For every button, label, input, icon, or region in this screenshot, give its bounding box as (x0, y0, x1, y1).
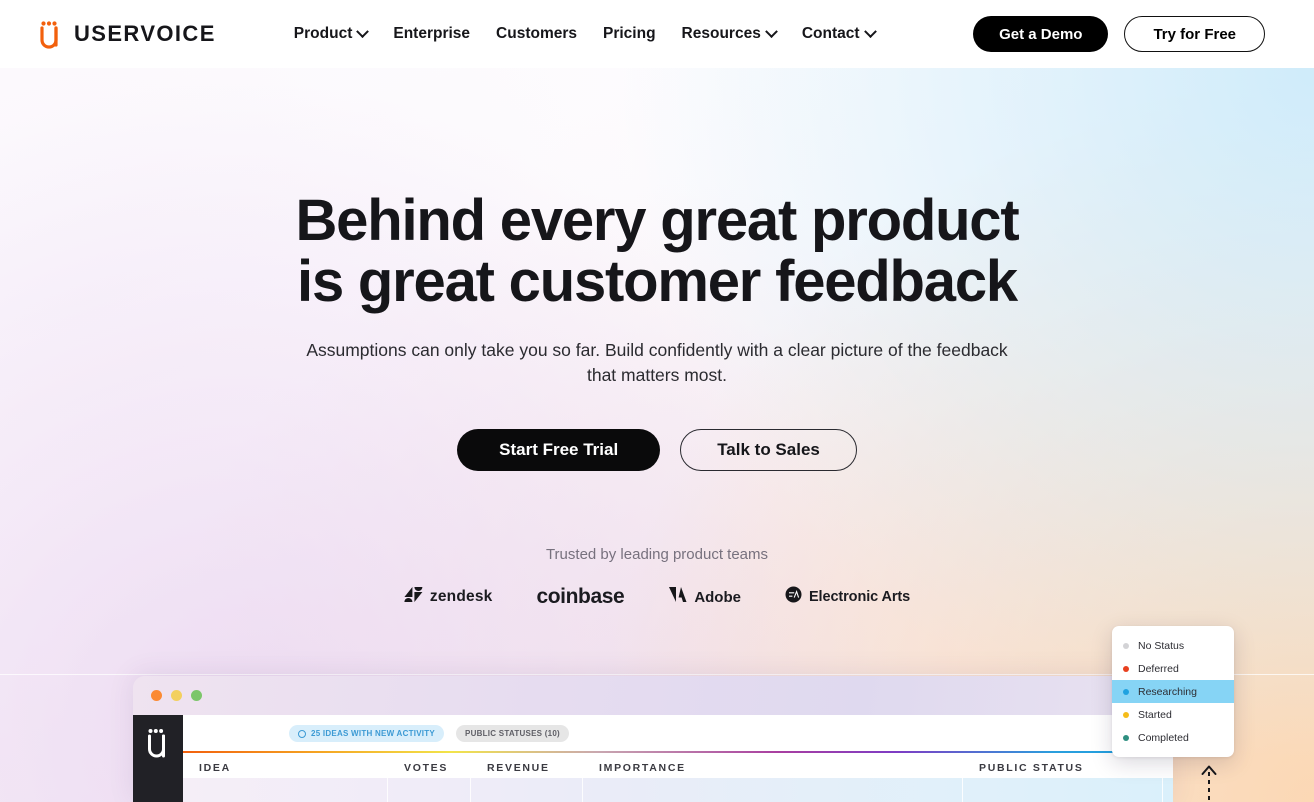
adobe-logo-icon (668, 586, 687, 608)
nav-item-product[interactable]: Product (293, 24, 370, 43)
customer-logo-row: zendesk coinbase Adobe Electronic Arts (0, 585, 1314, 609)
logo-coinbase: coinbase (536, 585, 624, 609)
headline-line-2: is great customer feedback (297, 249, 1018, 314)
window-maximize-icon[interactable] (191, 690, 202, 701)
nav-item-label: Product (293, 25, 353, 42)
chip-label: PUBLIC STATUSES (10) (465, 729, 560, 738)
window-close-icon[interactable] (151, 690, 162, 701)
status-dot-icon (1123, 711, 1129, 718)
nav-item-label: Enterprise (393, 25, 471, 42)
chip-public-statuses[interactable]: PUBLIC STATUSES (10) (456, 725, 569, 742)
chip-label: 25 IDEAS WITH NEW ACTIVITY (311, 729, 435, 738)
logo-label: Adobe (694, 588, 741, 606)
try-for-free-button[interactable]: Try for Free (1124, 16, 1265, 52)
chevron-down-icon (356, 24, 370, 38)
mockup-main-panel: 25 IDEAS WITH NEW ACTIVITY PUBLIC STATUS… (183, 715, 1173, 802)
logo-electronic-arts: Electronic Arts (785, 586, 910, 608)
status-option-label: Started (1138, 708, 1172, 721)
logo-adobe: Adobe (668, 586, 741, 608)
nav-item-contact[interactable]: Contact (801, 24, 877, 43)
nav-item-label: Contact (801, 25, 860, 42)
zendesk-logo-icon (404, 586, 423, 608)
chevron-down-icon (863, 24, 877, 38)
nav-links: Product Enterprise Customers Pricing Res… (293, 24, 877, 43)
chip-new-activity[interactable]: 25 IDEAS WITH NEW ACTIVITY (289, 725, 444, 742)
status-option-label: Completed (1138, 731, 1189, 744)
nav-item-label: Resources (681, 25, 761, 42)
status-option-started[interactable]: Started (1112, 703, 1234, 726)
column-header-public-status[interactable]: PUBLIC STATUS (963, 762, 1163, 774)
status-option-label: No Status (1138, 639, 1185, 652)
column-header-importance[interactable]: IMPORTANCE (583, 762, 963, 774)
dashed-up-arrow-icon (1196, 762, 1222, 802)
product-screenshot-mockup: 25 IDEAS WITH NEW ACTIVITY PUBLIC STATUS… (133, 676, 1173, 802)
nav-item-label: Customers (496, 25, 577, 42)
trusted-by-section: Trusted by leading product teams zendesk… (0, 546, 1314, 609)
public-status-dropdown[interactable]: No Status Deferred Researching Started C… (1112, 626, 1234, 757)
logo-zendesk: zendesk (404, 586, 493, 608)
nav-item-pricing[interactable]: Pricing (603, 25, 656, 43)
status-option-label: Deferred (1138, 662, 1179, 675)
status-dot-icon (1123, 665, 1129, 672)
brand-logo[interactable]: USERVOICE (38, 19, 216, 49)
mockup-filter-chips: 25 IDEAS WITH NEW ACTIVITY PUBLIC STATUS… (183, 715, 1173, 742)
mockup-body: 25 IDEAS WITH NEW ACTIVITY PUBLIC STATUS… (133, 715, 1173, 802)
get-a-demo-button[interactable]: Get a Demo (973, 16, 1109, 52)
status-option-no-status[interactable]: No Status (1112, 634, 1234, 657)
window-minimize-icon[interactable] (171, 690, 182, 701)
status-option-deferred[interactable]: Deferred (1112, 657, 1234, 680)
chevron-down-icon (764, 24, 778, 38)
status-dot-icon (1123, 642, 1129, 649)
page-title: Behind every great product is great cust… (0, 190, 1314, 312)
top-navigation-bar: USERVOICE Product Enterprise Customers P… (0, 0, 1314, 68)
column-header-votes[interactable]: VOTES (388, 762, 471, 774)
hero-subheading: Assumptions can only take you so far. Bu… (306, 340, 1008, 385)
hero-section: Behind every great product is great cust… (0, 68, 1314, 609)
mockup-title-bar (133, 676, 1173, 715)
column-header-revenue[interactable]: REVENUE (471, 762, 583, 774)
start-free-trial-button[interactable]: Start Free Trial (457, 429, 661, 471)
logo-label: Electronic Arts (808, 589, 911, 605)
status-option-label: Researching (1138, 685, 1197, 698)
status-dot-icon (1123, 688, 1129, 695)
nav-item-label: Pricing (603, 25, 656, 42)
ea-logo-icon (785, 586, 802, 608)
logo-label: coinbase (536, 585, 625, 608)
hero-cta-row: Start Free Trial Talk to Sales (0, 429, 1314, 471)
uservoice-logo-icon (38, 19, 64, 49)
column-header-idea[interactable]: IDEA (183, 762, 388, 774)
brand-name: USERVOICE (74, 21, 216, 46)
headline-line-1: Behind every great product (295, 188, 1020, 253)
uservoice-mark-icon (145, 727, 171, 802)
status-option-researching[interactable]: Researching (1112, 680, 1234, 703)
mockup-row-dividers (183, 778, 1173, 802)
mockup-sidebar-rail (133, 715, 183, 802)
talk-to-sales-button[interactable]: Talk to Sales (680, 429, 857, 471)
status-option-completed[interactable]: Completed (1112, 726, 1234, 749)
logo-label: zendesk (429, 588, 493, 605)
trusted-by-label: Trusted by leading product teams (545, 546, 769, 563)
check-circle-icon (298, 729, 306, 738)
nav-item-enterprise[interactable]: Enterprise (393, 25, 470, 43)
nav-item-customers[interactable]: Customers (496, 25, 577, 43)
nav-actions: Get a Demo Try for Free (973, 16, 1265, 52)
nav-item-resources[interactable]: Resources (681, 24, 778, 43)
status-dot-icon (1123, 734, 1129, 741)
